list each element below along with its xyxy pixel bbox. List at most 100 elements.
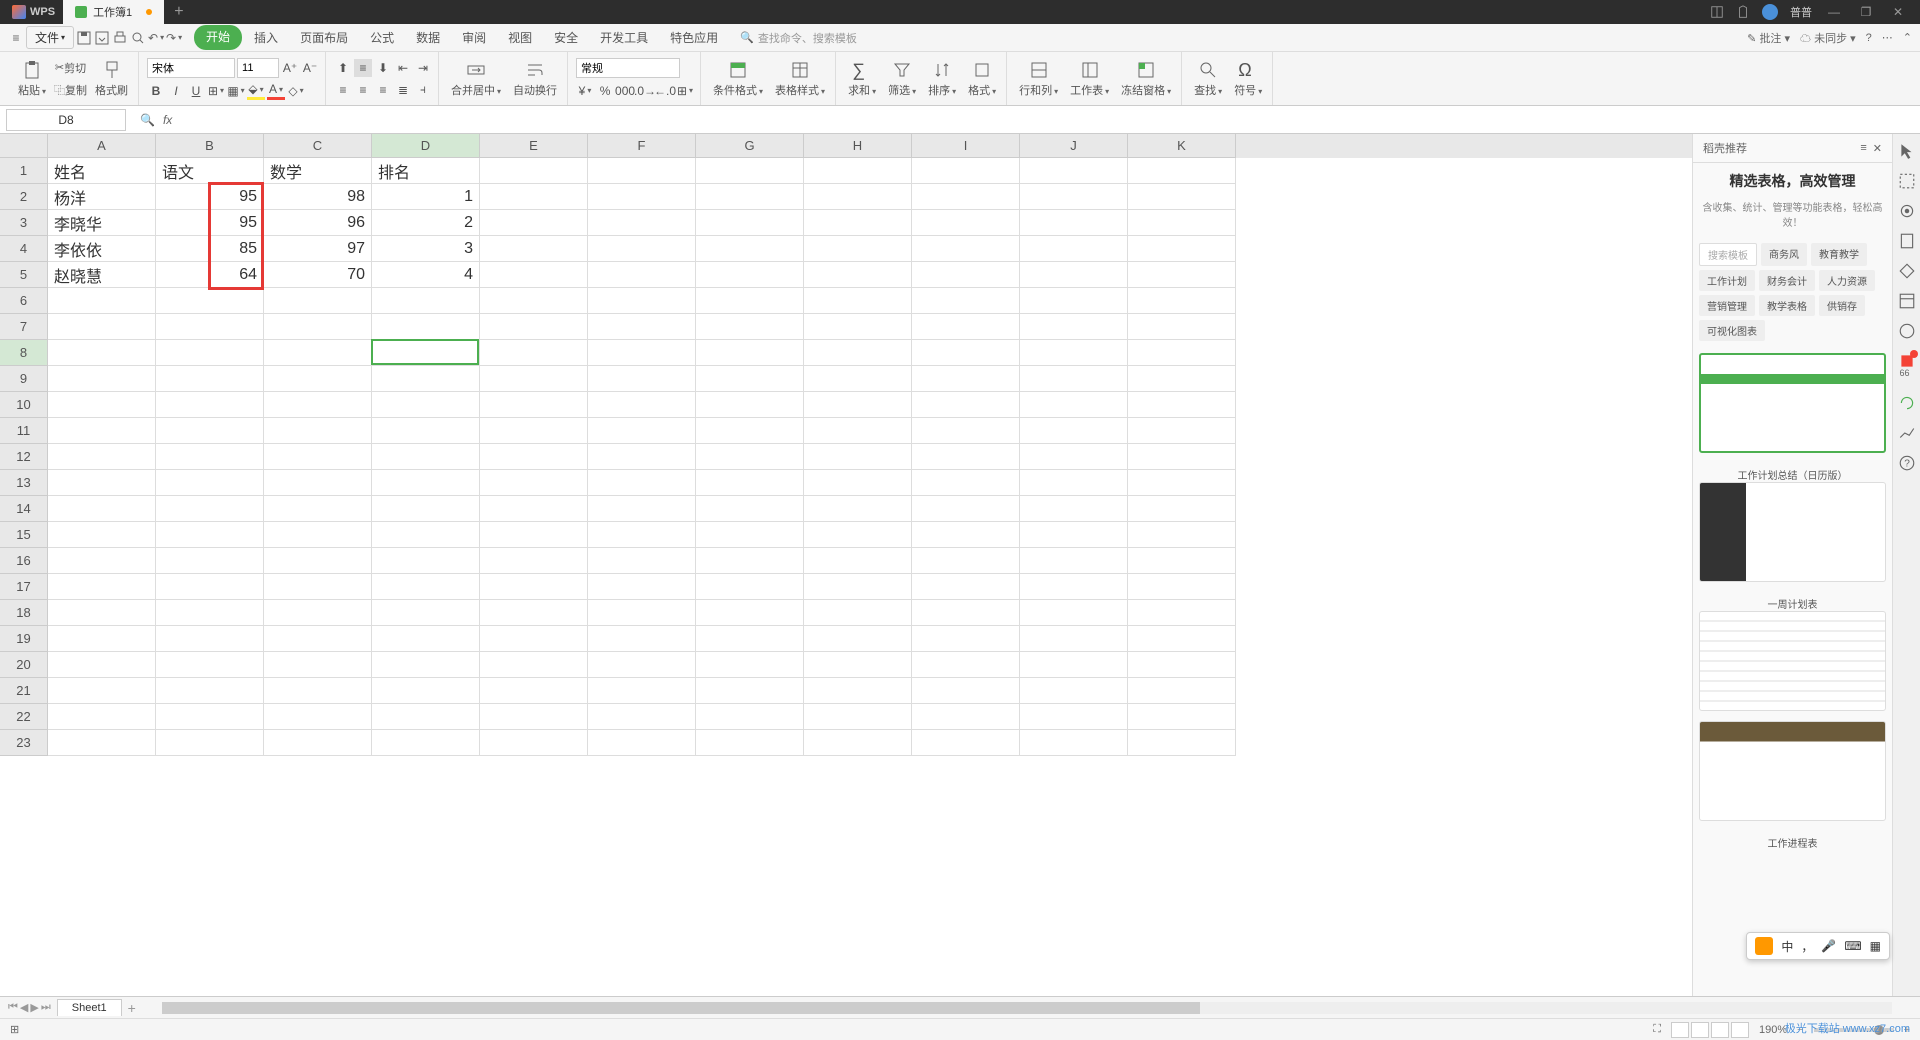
panel-tag[interactable]: 工作计划: [1699, 270, 1755, 291]
cell[interactable]: [912, 470, 1020, 496]
row-header[interactable]: 15: [0, 522, 48, 548]
sync-button[interactable]: ☁ 未同步 ▾: [1800, 30, 1856, 46]
cell[interactable]: [1128, 730, 1236, 756]
cell[interactable]: 95: [156, 210, 264, 236]
cell[interactable]: [696, 730, 804, 756]
status-left-icon[interactable]: ⊞: [10, 1023, 19, 1036]
style-icon[interactable]: [1898, 262, 1916, 280]
cell[interactable]: [480, 392, 588, 418]
cell[interactable]: [696, 314, 804, 340]
cell[interactable]: [804, 236, 912, 262]
cell[interactable]: [804, 314, 912, 340]
font-size-select[interactable]: [237, 58, 279, 78]
find-button[interactable]: 查找: [1190, 58, 1226, 100]
cell[interactable]: [48, 548, 156, 574]
cell[interactable]: [264, 392, 372, 418]
cell[interactable]: [156, 626, 264, 652]
cell[interactable]: [696, 210, 804, 236]
tab-security[interactable]: 安全: [544, 25, 588, 50]
cell[interactable]: [912, 366, 1020, 392]
cell[interactable]: [912, 600, 1020, 626]
cell[interactable]: [588, 470, 696, 496]
cell[interactable]: [372, 704, 480, 730]
cell[interactable]: [912, 158, 1020, 184]
cell[interactable]: [588, 600, 696, 626]
cell[interactable]: [804, 548, 912, 574]
cell[interactable]: [912, 574, 1020, 600]
cell[interactable]: [372, 340, 480, 366]
cell[interactable]: [1128, 548, 1236, 574]
comma-button[interactable]: 000: [616, 82, 634, 100]
cell[interactable]: [264, 314, 372, 340]
cell[interactable]: [480, 600, 588, 626]
cell[interactable]: [1020, 444, 1128, 470]
cell[interactable]: [156, 704, 264, 730]
cell[interactable]: [1020, 340, 1128, 366]
cell[interactable]: [912, 288, 1020, 314]
fullscreen-icon[interactable]: ⛶: [1653, 1023, 1661, 1036]
cell[interactable]: [1128, 158, 1236, 184]
cell[interactable]: [156, 678, 264, 704]
cell[interactable]: [588, 652, 696, 678]
cell[interactable]: [480, 626, 588, 652]
cell[interactable]: [264, 652, 372, 678]
col-header[interactable]: I: [912, 134, 1020, 158]
cell[interactable]: [804, 574, 912, 600]
collapse-ribbon-icon[interactable]: ⋯: [1882, 31, 1893, 44]
cell[interactable]: [696, 340, 804, 366]
cell[interactable]: [804, 470, 912, 496]
cell[interactable]: [48, 288, 156, 314]
freeze-button[interactable]: 冻结窗格: [1117, 58, 1175, 100]
cell[interactable]: [480, 496, 588, 522]
cell-style-button[interactable]: ▦: [227, 82, 245, 100]
cell[interactable]: [1020, 470, 1128, 496]
redo-icon[interactable]: ↷: [166, 30, 182, 46]
comment-button[interactable]: ✎ 批注 ▾: [1747, 30, 1790, 46]
percent-button[interactable]: %: [596, 82, 614, 100]
cell[interactable]: [264, 470, 372, 496]
cell[interactable]: [1128, 236, 1236, 262]
cell[interactable]: [372, 678, 480, 704]
cell[interactable]: [804, 626, 912, 652]
cell[interactable]: [1020, 704, 1128, 730]
cell[interactable]: 3: [372, 236, 480, 262]
cell[interactable]: [264, 444, 372, 470]
horizontal-scrollbar[interactable]: [162, 1002, 1892, 1014]
sheet-last-icon[interactable]: ⏭: [41, 1001, 51, 1014]
cell[interactable]: [264, 496, 372, 522]
cell[interactable]: [372, 652, 480, 678]
cell[interactable]: [372, 548, 480, 574]
cell[interactable]: [372, 314, 480, 340]
cell[interactable]: [156, 496, 264, 522]
cell[interactable]: [1128, 444, 1236, 470]
cell[interactable]: [372, 574, 480, 600]
cell[interactable]: [912, 262, 1020, 288]
document-tab[interactable]: 工作簿1: [63, 0, 164, 24]
sheet-tab[interactable]: Sheet1: [57, 999, 122, 1016]
cell[interactable]: [156, 548, 264, 574]
cursor-icon[interactable]: [1898, 142, 1916, 160]
cell[interactable]: [1020, 730, 1128, 756]
cell[interactable]: [588, 626, 696, 652]
col-header[interactable]: E: [480, 134, 588, 158]
user-avatar-icon[interactable]: [1762, 4, 1778, 20]
select-all-corner[interactable]: [0, 134, 48, 158]
cell[interactable]: [372, 392, 480, 418]
cell[interactable]: [48, 600, 156, 626]
row-header[interactable]: 21: [0, 678, 48, 704]
cell[interactable]: [48, 678, 156, 704]
underline-button[interactable]: U: [187, 82, 205, 100]
user-name[interactable]: 普普: [1790, 4, 1812, 20]
cell[interactable]: [912, 626, 1020, 652]
cell[interactable]: 李依依: [48, 236, 156, 262]
cell[interactable]: [480, 574, 588, 600]
formula-input[interactable]: [180, 109, 1920, 131]
cell[interactable]: [804, 184, 912, 210]
help-icon[interactable]: ?: [1866, 32, 1872, 44]
cell[interactable]: 杨洋: [48, 184, 156, 210]
file-menu[interactable]: 文件▾: [26, 26, 74, 49]
cell[interactable]: [588, 236, 696, 262]
cell[interactable]: [804, 730, 912, 756]
cell[interactable]: [588, 158, 696, 184]
cell[interactable]: [1128, 314, 1236, 340]
